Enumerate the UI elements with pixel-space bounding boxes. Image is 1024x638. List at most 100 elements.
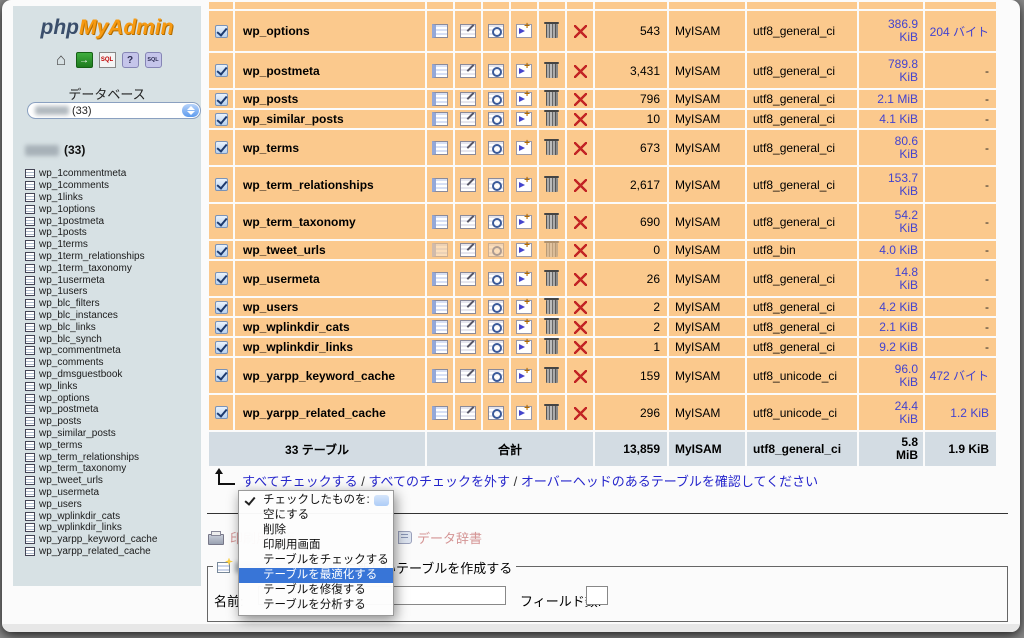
row-checkbox[interactable] [215,113,228,126]
overhead[interactable]: 1.2 KiB [925,395,996,430]
structure-icon[interactable] [460,64,476,78]
search-icon[interactable] [488,141,504,155]
empty-icon[interactable] [546,300,558,314]
insert-icon[interactable] [516,215,532,229]
row-checkbox[interactable] [215,272,228,285]
browse-icon[interactable] [432,178,448,192]
drop-icon[interactable] [574,407,587,420]
structure-icon[interactable] [460,112,476,126]
insert-icon[interactable] [516,272,532,286]
row-checkbox[interactable] [215,141,228,154]
check-all-link[interactable]: すべてチェックする [242,474,358,489]
empty-icon[interactable] [546,24,558,38]
drop-icon[interactable] [574,216,587,229]
row-checkbox[interactable] [215,93,228,106]
row-checkbox[interactable] [215,215,228,228]
sidebar-table-link[interactable]: wp_blc_instances [25,310,157,322]
browse-icon[interactable] [432,340,448,354]
empty-icon[interactable] [546,369,558,383]
structure-icon[interactable] [460,300,476,314]
browse-icon[interactable] [432,141,448,155]
browse-icon[interactable] [432,24,448,38]
empty-icon[interactable] [546,340,558,354]
empty-icon[interactable] [546,64,558,78]
drop-icon[interactable] [574,179,587,192]
menu-item[interactable]: 印刷用画面 [239,538,393,553]
search-icon[interactable] [488,300,504,314]
menu-item[interactable]: チェックしたものを: [239,493,393,508]
row-checkbox[interactable] [215,369,228,382]
row-checkbox[interactable] [215,321,228,334]
sidebar-table-link[interactable]: wp_1comments [25,180,157,192]
row-checkbox[interactable] [215,301,228,314]
phpmyadmin-logo[interactable]: phpMyAdmin [13,16,201,40]
browse-icon[interactable] [432,320,448,334]
drop-icon[interactable] [574,301,587,314]
insert-icon[interactable] [516,24,532,38]
sidebar-table-link[interactable]: wp_options [25,392,157,404]
sidebar-table-link[interactable]: wp_term_taxonomy [25,463,157,475]
empty-icon[interactable] [546,141,558,155]
insert-icon[interactable] [516,369,532,383]
structure-icon[interactable] [460,406,476,420]
drop-icon[interactable] [574,65,587,78]
row-checkbox[interactable] [215,406,228,419]
drop-icon[interactable] [574,273,587,286]
row-checkbox[interactable] [215,178,228,191]
row-checkbox[interactable] [215,25,228,38]
row-checkbox[interactable] [215,244,228,257]
sidebar-table-link[interactable]: wp_users [25,498,157,510]
row-checkbox[interactable] [215,64,228,77]
menu-item[interactable]: テーブルを最適化する [239,568,393,583]
search-icon[interactable] [488,320,504,334]
insert-icon[interactable] [516,320,532,334]
uncheck-all-link[interactable]: すべてのチェックを外す [368,474,510,489]
fields-count-input[interactable] [586,586,608,605]
sidebar-table-link[interactable]: wp_1usermeta [25,274,157,286]
insert-icon[interactable] [516,112,532,126]
data-dictionary-link[interactable]: データ辞書 [398,528,482,547]
sidebar-table-link[interactable]: wp_1commentmeta [25,168,157,180]
empty-icon[interactable] [546,320,558,334]
structure-icon[interactable] [460,92,476,106]
search-icon[interactable] [488,369,504,383]
sidebar-table-link[interactable]: wp_terms [25,439,157,451]
browse-icon[interactable] [432,112,448,126]
sidebar-table-link[interactable]: wp_wplinkdir_links [25,522,157,534]
insert-icon[interactable] [516,178,532,192]
sidebar-table-link[interactable]: wp_1links [25,192,157,204]
drop-icon[interactable] [574,244,587,257]
sidebar-table-link[interactable]: wp_blc_synch [25,333,157,345]
empty-icon[interactable] [546,112,558,126]
browse-icon[interactable] [432,215,448,229]
sidebar-table-link[interactable]: wp_comments [25,357,157,369]
empty-icon[interactable] [546,215,558,229]
browse-icon[interactable] [432,243,448,257]
logout-icon[interactable]: → [76,52,93,68]
sidebar-table-link[interactable]: wp_posts [25,416,157,428]
structure-icon[interactable] [460,178,476,192]
insert-icon[interactable] [516,141,532,155]
sidebar-table-link[interactable]: wp_1posts [25,227,157,239]
query-window-icon[interactable]: SQL [145,52,162,68]
sidebar-table-link[interactable]: wp_1term_taxonomy [25,262,157,274]
sidebar-table-link[interactable]: wp_term_relationships [25,451,157,463]
overhead[interactable]: 204 バイト [925,11,996,51]
structure-icon[interactable] [460,272,476,286]
search-icon[interactable] [488,243,504,257]
sidebar-table-link[interactable]: wp_tweet_urls [25,475,157,487]
sidebar-table-link[interactable]: wp_1postmeta [25,215,157,227]
sql-window-icon[interactable]: SQL [99,52,116,68]
sidebar-table-link[interactable]: wp_yarpp_keyword_cache [25,534,157,546]
empty-icon[interactable] [546,92,558,106]
structure-icon[interactable] [460,243,476,257]
row-checkbox[interactable] [215,341,228,354]
menu-item[interactable]: 削除 [239,523,393,538]
browse-icon[interactable] [432,369,448,383]
insert-icon[interactable] [516,300,532,314]
drop-icon[interactable] [574,321,587,334]
sidebar-table-link[interactable]: wp_1terms [25,239,157,251]
insert-icon[interactable] [516,64,532,78]
drop-icon[interactable] [574,370,587,383]
structure-icon[interactable] [460,24,476,38]
